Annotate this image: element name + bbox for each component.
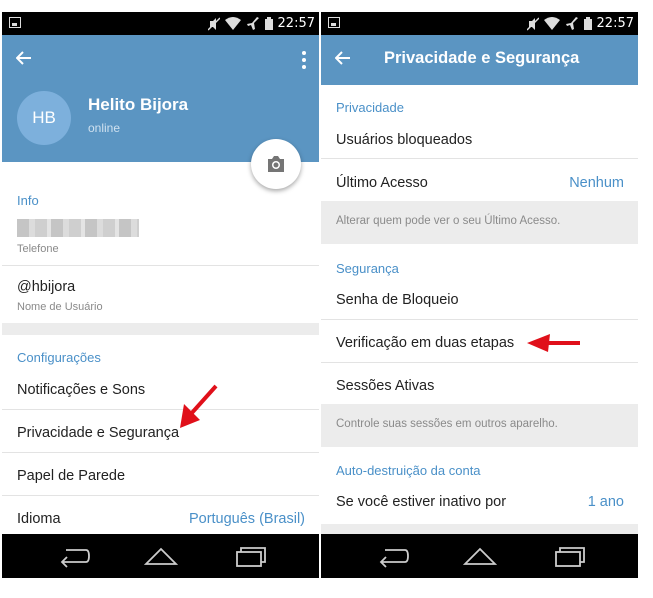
mute-icon [526, 16, 539, 31]
avatar[interactable]: HB [17, 91, 71, 145]
clock: 22:57 [277, 16, 315, 31]
back-button[interactable] [58, 544, 90, 568]
sessions-hint: Controle suas sessões em outros aparelho… [336, 418, 558, 430]
language-item[interactable]: Idioma [17, 511, 61, 527]
inactive-period-item[interactable]: Se você estiver inativo por [336, 494, 506, 510]
divider [2, 409, 319, 410]
battery-icon [264, 17, 273, 30]
two-step-verification-item[interactable]: Verificação em duas etapas [336, 335, 514, 351]
clock: 22:57 [596, 16, 634, 31]
username-caption: Nome de Usuário [17, 301, 103, 313]
back-button[interactable] [377, 544, 409, 568]
set-photo-button[interactable] [251, 139, 301, 189]
wallpaper-item[interactable]: Papel de Parede [17, 468, 125, 484]
divider [2, 452, 319, 453]
last-seen-value[interactable]: Nenhum [569, 175, 624, 191]
nav-bar [2, 534, 319, 578]
red-pointer-arrow-icon [180, 384, 218, 428]
divider [321, 362, 638, 363]
home-nav-icon [144, 547, 178, 565]
recents-nav-icon [555, 547, 585, 567]
recents-button[interactable] [553, 544, 585, 568]
divider [321, 319, 638, 320]
language-value[interactable]: Português (Brasil) [189, 511, 305, 527]
back-arrow-icon[interactable] [335, 51, 351, 65]
active-sessions-item[interactable]: Sessões Ativas [336, 378, 434, 394]
online-status: online [88, 121, 121, 135]
status-bar: 22:57 [2, 12, 319, 35]
mute-icon [207, 16, 220, 31]
wifi-icon [224, 17, 241, 30]
back-nav-icon [379, 549, 409, 568]
last-seen-item[interactable]: Último Acesso [336, 175, 428, 191]
info-section-title: Info [17, 193, 39, 208]
status-bar: 22:57 [321, 12, 638, 35]
back-arrow-icon[interactable] [16, 51, 32, 65]
battery-icon [583, 17, 592, 30]
settings-section-title: Configurações [17, 350, 101, 365]
home-button[interactable] [144, 544, 178, 568]
self-destruct-section-title: Auto-destruição da conta [336, 463, 481, 478]
notifications-sounds-item[interactable]: Notificações e Sons [17, 382, 145, 398]
security-section-title: Segurança [336, 261, 399, 276]
camera-icon [268, 156, 284, 172]
phone-caption: Telefone [17, 243, 59, 255]
home-nav-icon [463, 547, 497, 565]
more-options-icon[interactable] [301, 51, 307, 72]
home-button[interactable] [463, 544, 497, 568]
profile-screen: 22:57 HB Helito Bijora online Info Telef… [2, 12, 319, 578]
recents-nav-icon [236, 547, 266, 567]
recents-button[interactable] [234, 544, 266, 568]
sessions-hint-band: Controle suas sessões em outros aparelho… [321, 404, 638, 447]
phone-number-redacted[interactable] [17, 219, 139, 237]
inactive-period-value[interactable]: 1 ano [588, 494, 624, 510]
privacy-security-screen: 22:57 Privacidade e Segurança Privacidad… [321, 12, 638, 578]
red-pointer-arrow-icon [527, 334, 580, 352]
privacy-section-title: Privacidade [336, 100, 404, 115]
username-value[interactable]: @hbijora [17, 279, 75, 295]
page-title: Privacidade e Segurança [384, 49, 580, 67]
back-nav-icon [60, 549, 90, 568]
gallery-notification-icon [328, 17, 340, 28]
divider [321, 158, 638, 159]
privacy-security-item[interactable]: Privacidade e Segurança [17, 425, 179, 441]
wifi-icon [543, 17, 560, 30]
airplane-icon [565, 16, 578, 30]
profile-name: Helito Bijora [88, 95, 189, 114]
last-seen-hint-band: Alterar quem pode ver o seu Último Acess… [321, 201, 638, 244]
blocked-users-item[interactable]: Usuários bloqueados [336, 132, 472, 148]
divider [2, 495, 319, 496]
divider [2, 265, 319, 266]
gallery-notification-icon [9, 17, 21, 28]
app-bar: Privacidade e Segurança [321, 35, 638, 85]
section-gap [321, 524, 638, 534]
section-gap [2, 323, 319, 335]
airplane-icon [246, 16, 259, 30]
passcode-lock-item[interactable]: Senha de Bloqueio [336, 292, 459, 308]
nav-bar [321, 534, 638, 578]
last-seen-hint: Alterar quem pode ver o seu Último Acess… [336, 215, 561, 227]
